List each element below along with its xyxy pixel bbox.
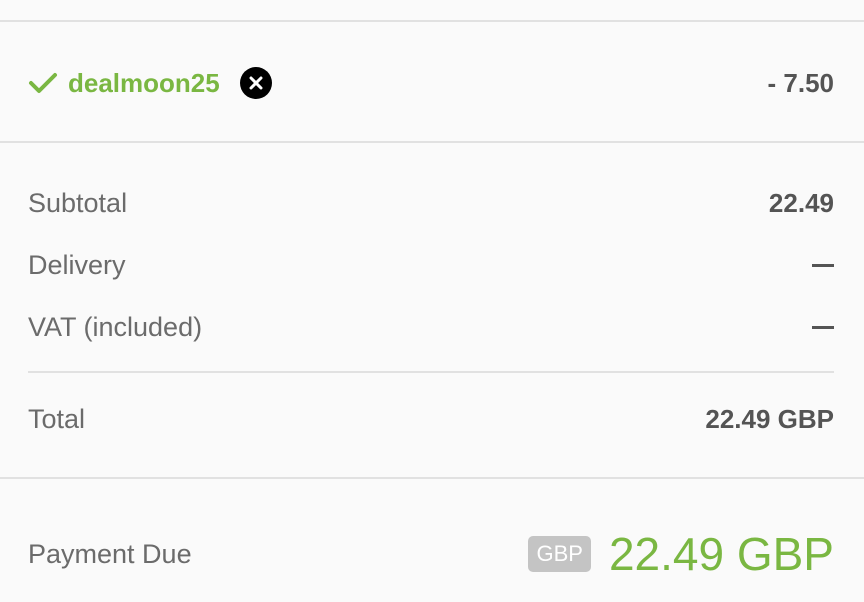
delivery-row: Delivery	[28, 246, 834, 284]
delivery-value-dash	[812, 263, 834, 267]
divider	[0, 141, 864, 143]
discount-code-group: dealmoon25	[28, 67, 272, 99]
discount-amount: - 7.50	[767, 67, 835, 98]
subtotal-label: Subtotal	[28, 187, 128, 218]
total-label: Total	[28, 403, 86, 434]
payment-due-row: Payment Due GBP 22.49 GBP	[28, 526, 834, 582]
total-row: Total 22.49 GBP	[28, 399, 834, 439]
divider	[0, 20, 864, 22]
discount-code: dealmoon25	[68, 67, 220, 98]
subtotal-value: 22.49	[768, 187, 834, 218]
discount-row: dealmoon25 - 7.50	[28, 62, 834, 104]
payment-due-amount-group: GBP 22.49 GBP	[528, 527, 834, 581]
delivery-label: Delivery	[28, 249, 126, 280]
close-circle-icon[interactable]	[239, 67, 272, 99]
order-summary: dealmoon25 - 7.50 Subtotal 22.49 Deliver…	[0, 0, 864, 602]
subtotal-row: Subtotal 22.49	[28, 184, 834, 222]
payment-due-label: Payment Due	[28, 538, 192, 569]
divider	[28, 371, 834, 373]
total-value: 22.49 GBP	[705, 403, 834, 434]
vat-row: VAT (included)	[28, 308, 834, 346]
payment-due-amount: 22.49 GBP	[608, 528, 834, 580]
currency-badge: GBP	[528, 536, 591, 572]
vat-value-dash	[812, 325, 834, 329]
check-icon	[29, 73, 57, 93]
divider	[0, 477, 864, 479]
vat-label: VAT (included)	[28, 311, 203, 342]
